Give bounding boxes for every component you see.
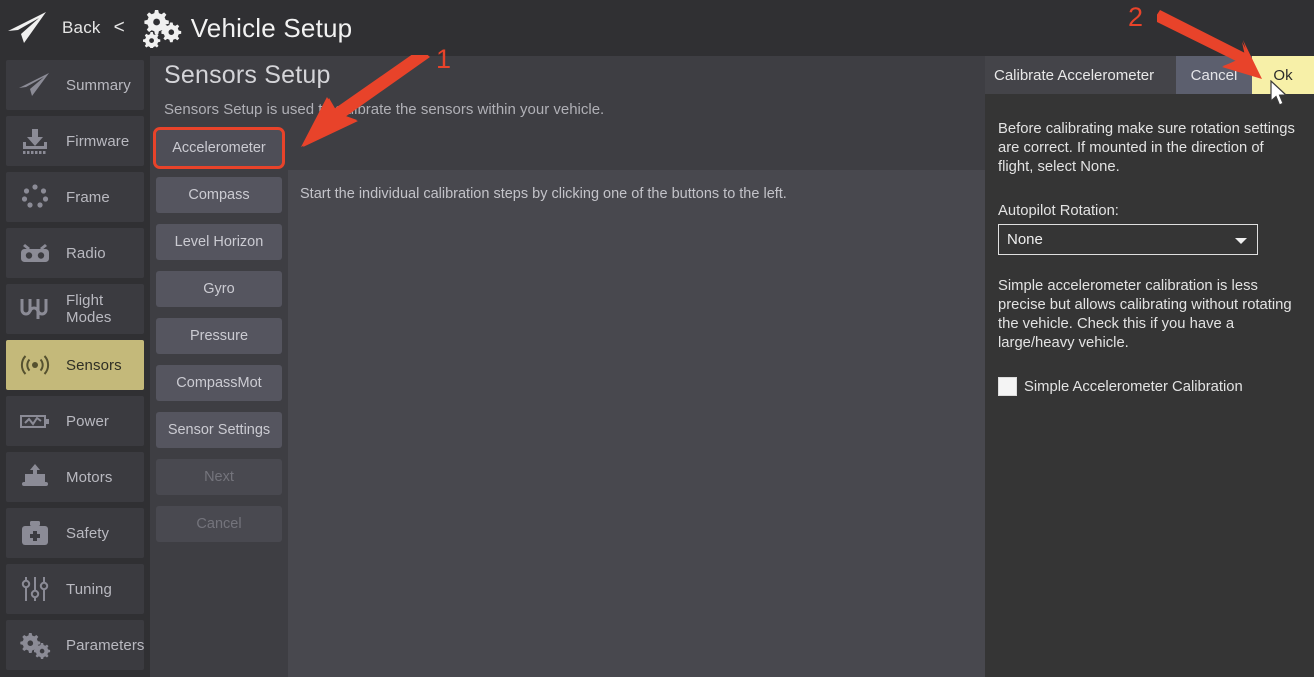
compass-button[interactable]: Compass [156,177,282,213]
rotation-instructions-text: Before calibrating make sure rotation se… [998,121,1295,175]
download-chip-icon [14,124,56,158]
simple-calibration-description: Simple accelerometer calibration is less… [998,278,1292,351]
sidebar-item-flight-modes[interactable]: Flight Modes [6,284,144,334]
frame-dots-icon [14,180,56,214]
simple-calibration-checkbox-row[interactable]: Simple Accelerometer Calibration [998,377,1314,396]
calibration-button-column: Accelerometer Compass Level Horizon Gyro… [153,127,285,553]
sidebar-item-tuning[interactable]: Tuning [6,564,144,614]
level-horizon-button[interactable]: Level Horizon [156,224,282,260]
panel-body: Before calibrating make sure rotation se… [985,94,1314,396]
sidebar-item-label: Tuning [66,580,112,598]
sidebar-item-label: Flight Modes [66,292,112,326]
panel-header: Calibrate Accelerometer Cancel Ok [985,56,1314,94]
chevron-down-icon [1235,238,1247,244]
sidebar-item-summary[interactable]: Summary [6,60,144,110]
sidebar-item-label: Summary [66,76,131,94]
main-content: Sensors Setup Sensors Setup is used to c… [150,56,985,677]
vehicle-setup-window: Back < Vehicle Setup Summary Firmware Fr… [0,0,1314,677]
waveform-icon [14,292,56,326]
sidebar-item-power[interactable]: Power [6,396,144,446]
annotation-step-1: 1 [436,44,452,74]
sidebar-item-label: Safety [66,524,110,542]
sidebar-item-sensors[interactable]: Sensors [6,340,144,390]
gears-icon [142,10,181,48]
instruction-text: Start the individual calibration steps b… [300,186,787,202]
sidebar-item-parameters[interactable]: Parameters [6,620,144,670]
sidebar-item-label: Parameters [66,636,145,654]
annotation-step-2: 2 [1128,2,1144,32]
autopilot-rotation-value: None [1007,231,1043,248]
page-title: Vehicle Setup [190,12,353,43]
back-chevron-icon[interactable]: < [114,17,125,39]
back-button-label[interactable]: Back [62,18,101,38]
compassmot-button[interactable]: CompassMot [156,365,282,401]
gears-icon [14,628,56,662]
sidebar-item-radio[interactable]: Radio [6,228,144,278]
gyro-button[interactable]: Gyro [156,271,282,307]
simple-calibration-checkbox-label: Simple Accelerometer Calibration [1024,378,1243,395]
next-button: Next [156,459,282,495]
sliders-icon [14,572,56,606]
sidebar-item-label: Frame [66,188,110,206]
app-header: Back < Vehicle Setup [0,0,1314,56]
sensors-setup-title: Sensors Setup [164,61,331,89]
first-aid-kit-icon [14,516,56,550]
sensor-signal-icon [14,348,56,382]
sidebar-item-safety[interactable]: Safety [6,508,144,558]
sidebar-item-label: Sensors [66,356,122,374]
autopilot-rotation-select[interactable]: None [998,224,1258,255]
sidebar-item-label: Power [66,412,110,430]
cancel-button: Cancel [156,506,282,542]
instruction-body-area [288,222,985,677]
paper-plane-icon[interactable] [6,9,50,47]
sidebar-item-label: Radio [66,244,106,262]
radio-controller-icon [14,236,56,270]
motor-icon [14,460,56,494]
autopilot-rotation-label: Autopilot Rotation: [998,203,1119,219]
pressure-button[interactable]: Pressure [156,318,282,354]
accelerometer-button[interactable]: Accelerometer [153,127,285,169]
calibrate-accelerometer-panel: Calibrate Accelerometer Cancel Ok Before… [985,56,1314,677]
panel-cancel-button[interactable]: Cancel [1176,56,1252,94]
panel-title: Calibrate Accelerometer [994,66,1155,84]
sidebar-item-firmware[interactable]: Firmware [6,116,144,166]
mouse-cursor [1270,80,1288,106]
sidebar-item-label: Motors [66,468,113,486]
sidebar-item-label: Firmware [66,132,130,150]
sensors-setup-subtitle: Sensors Setup is used to calibrate the s… [164,101,605,118]
paper-plane-icon [14,68,56,102]
battery-icon [14,404,56,438]
sidebar-item-motors[interactable]: Motors [6,452,144,502]
simple-calibration-checkbox[interactable] [998,377,1017,396]
sidebar: Summary Firmware Frame Radio Flight Mode… [0,56,150,677]
sidebar-item-frame[interactable]: Frame [6,172,144,222]
instruction-panel: Start the individual calibration steps b… [288,170,985,222]
sensor-settings-button[interactable]: Sensor Settings [156,412,282,448]
